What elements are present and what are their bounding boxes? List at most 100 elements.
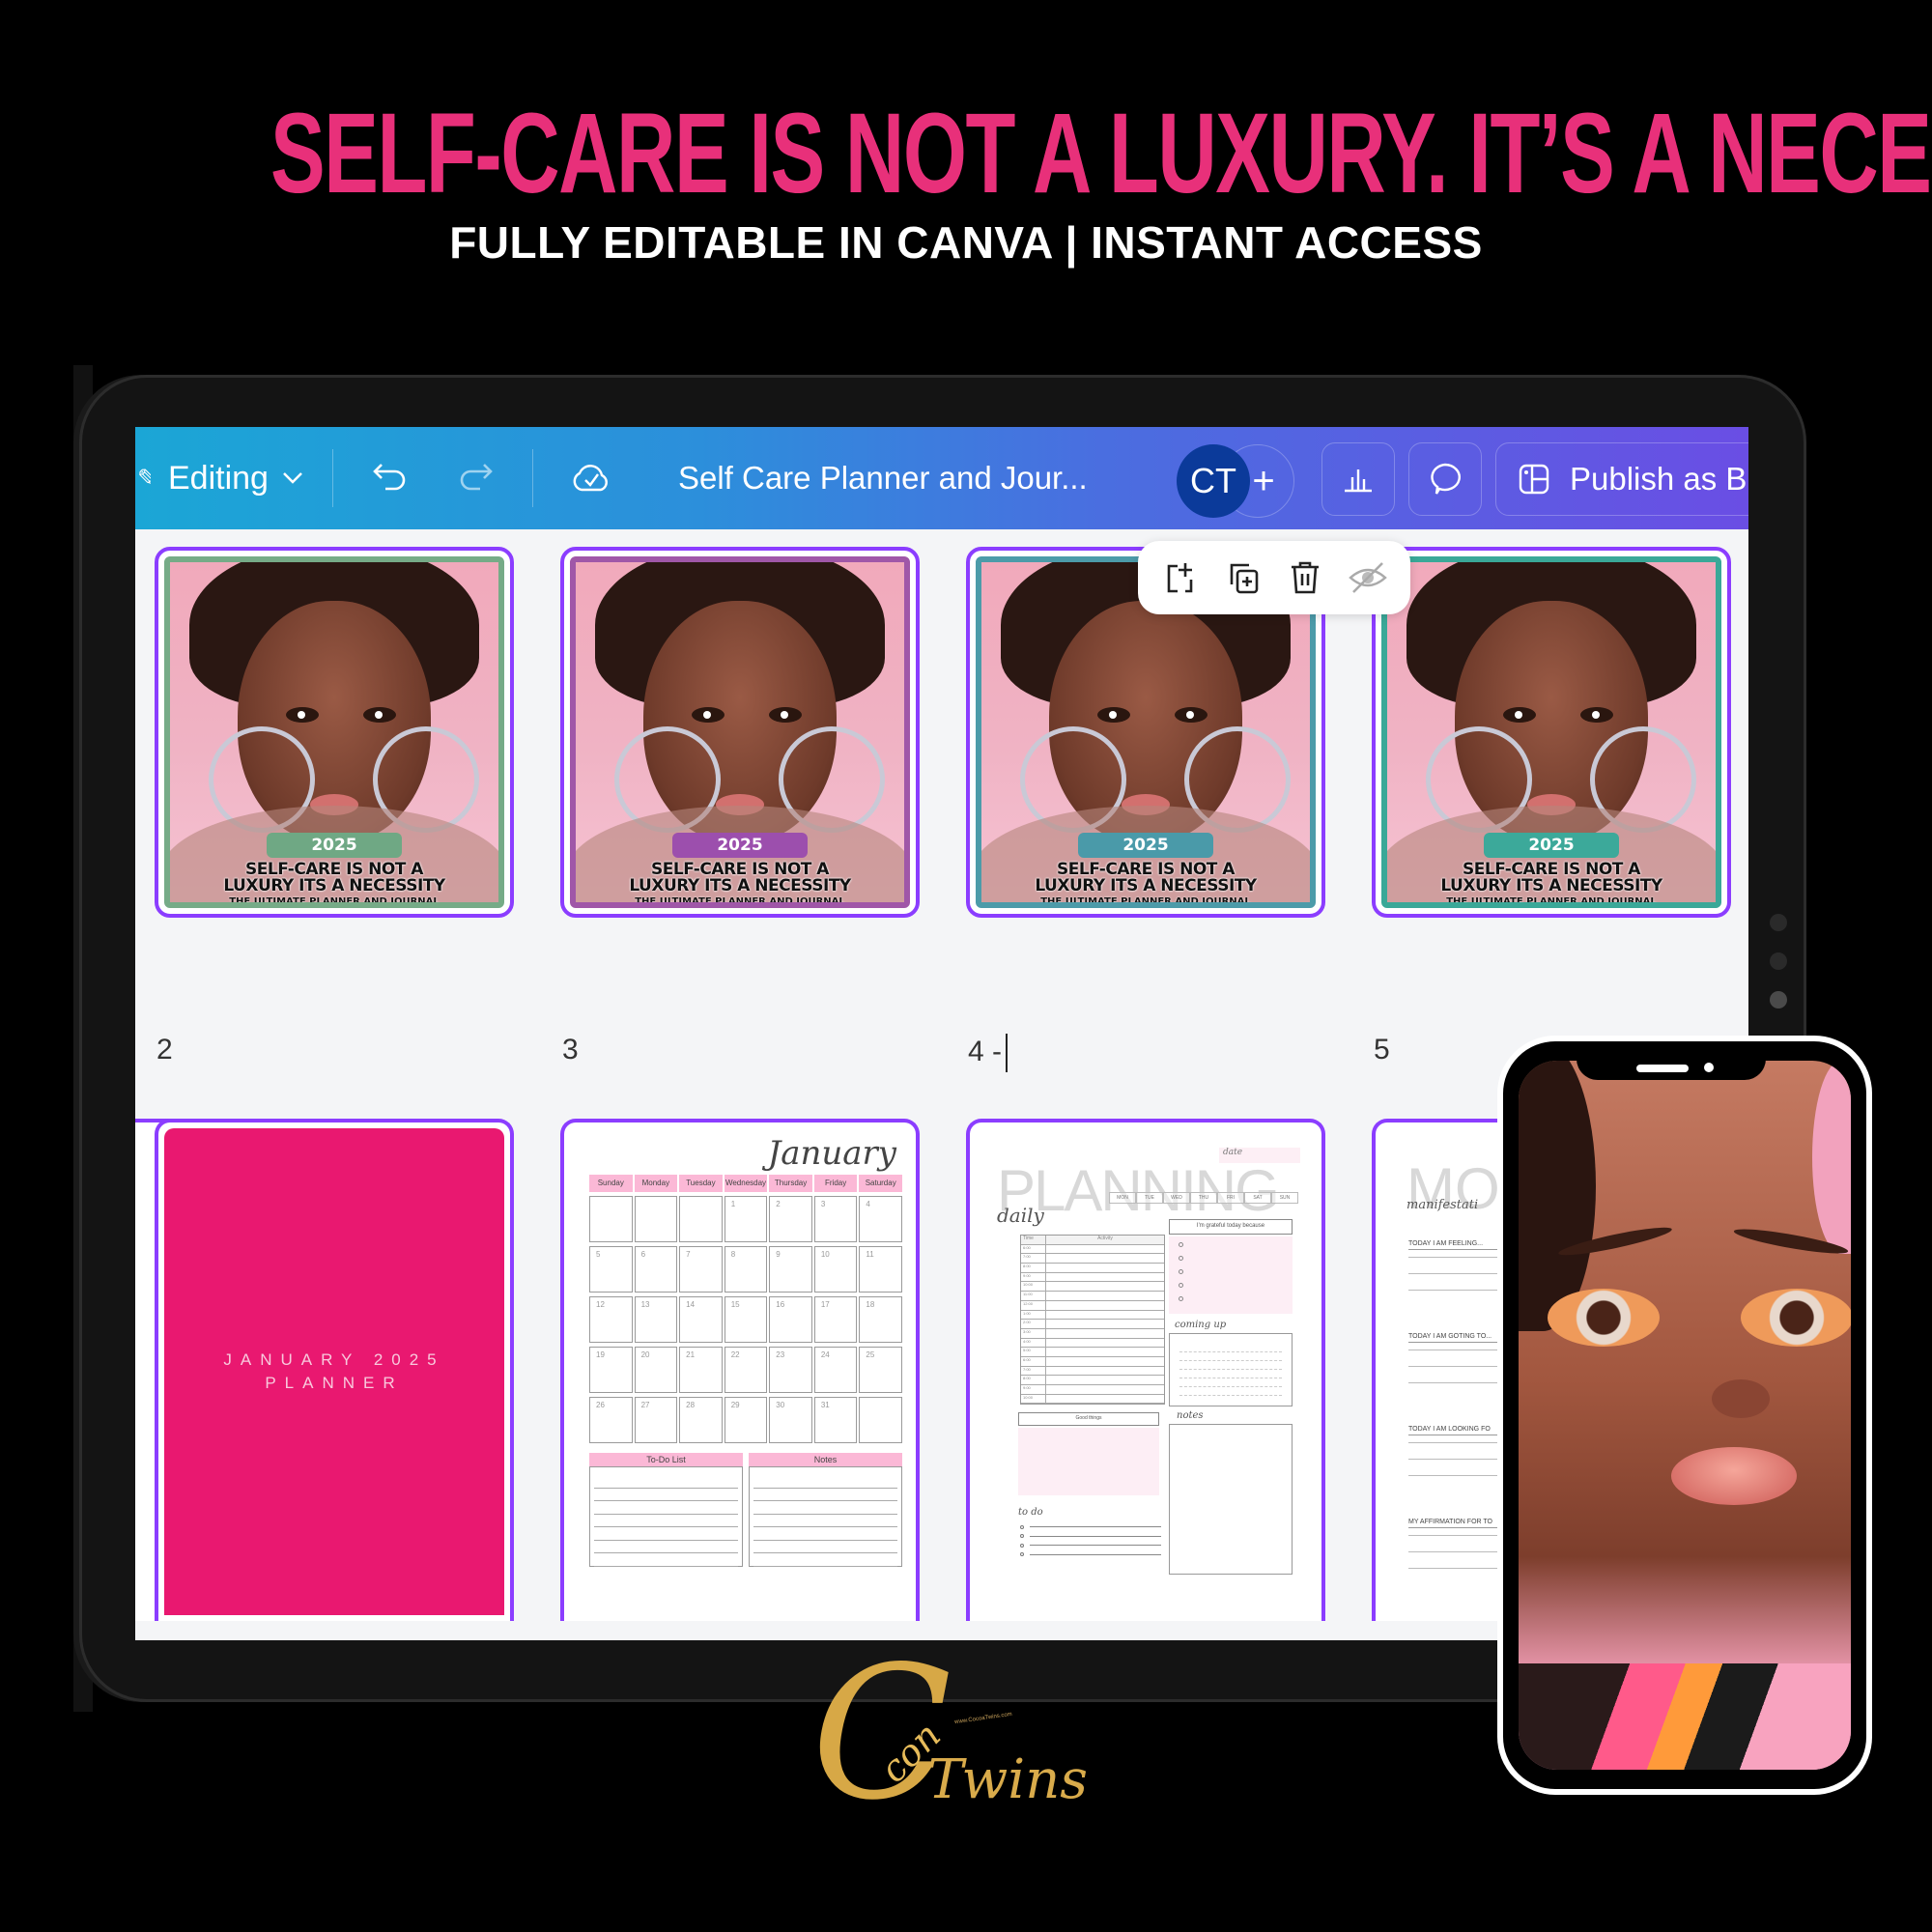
duplicate-page-button[interactable] [1220,554,1266,601]
redo-button[interactable] [445,449,503,507]
trash-icon [1292,561,1320,594]
schedule-row: 11:00 [1021,1292,1164,1301]
weekday-box: FRI [1217,1192,1244,1204]
cover-subtitle: THE ULTIMATE PLANNER AND JOURNAL [635,896,845,907]
add-page-button[interactable] [1157,554,1204,601]
logo-url: www.CocoaTwins.com [953,1711,1013,1726]
weekday-selector: MON TUE WED THU FRI SAT SUN [1109,1192,1298,1204]
calendar-day-cell: 11 [859,1246,902,1293]
calendar-day-cell: 19 [589,1347,633,1393]
page-thumbnail-cover[interactable]: 2025 SELF-CARE IS NOT A LUXURY ITS A NECES… [155,547,514,918]
schedule-row: 5:00 [1021,1348,1164,1357]
calendar-day-cell: 31 [813,1397,858,1443]
phone-camera [1704,1063,1714,1072]
time-cell: 3:00 [1021,1328,1046,1338]
cover-title: SELF-CARE IS NOT A LUXURY ITS A NECESSITY [170,862,498,895]
calendar-weekday-header: Sunday Monday Tuesday Wednesday Thursday Frid… [589,1175,902,1192]
calendar-day-cell: 17 [813,1296,858,1343]
save-status-button[interactable] [562,449,620,507]
phone-mockup [1497,1036,1872,1795]
calendar-day-cell: 1 [724,1196,768,1242]
delete-page-button[interactable] [1282,554,1328,601]
good-things-label: Good things [1018,1412,1159,1426]
calendar-day-cell: 14 [679,1296,723,1343]
schedule-row: 6:00 [1021,1244,1164,1255]
duplicate-icon [1230,563,1259,594]
january-cover-line1: JANUARY 2025 [223,1350,445,1369]
calendar-day-cell [634,1196,678,1242]
calendar-day-cell: 6 [634,1246,678,1293]
year-badge: 2025 [672,833,808,858]
weekday-label: Tuesday [679,1175,723,1192]
time-cell: 6:00 [1021,1356,1046,1366]
calendar-grid: 1 2 3 4 5 6 7 8 9 10 11 12 13 14 15 16 17 18 19 20 21 22 23 24 2… [589,1196,902,1443]
schedule-row: 6:00 [1021,1356,1164,1367]
time-cell: 7:00 [1021,1366,1046,1376]
page-number[interactable]: 3 [562,1034,579,1066]
todo-list [1020,1522,1161,1559]
chevron-down-icon [282,466,303,491]
schedule-row: 10:00 [1021,1394,1164,1405]
undo-button[interactable] [362,449,420,507]
cloud-check-icon [573,465,608,492]
page-number[interactable]: 4 - [968,1034,1009,1072]
page-number[interactable]: 5 [1374,1034,1390,1066]
tablet-sensor [1770,952,1787,970]
page-thumbnail-cover[interactable]: 2025 SELF-CARE IS NOT A LUXURY ITS A NECES… [560,547,920,918]
page-thumbnail-january-cover[interactable]: JANUARY 2025 PLANNER [155,1119,514,1621]
schedule-row: 9:00 [1021,1272,1164,1283]
grateful-label: I'm grateful today because [1169,1219,1293,1235]
page-thumbnail-calendar[interactable]: January Sunday Monday Tuesday Wednesday Thur… [560,1119,920,1621]
page-thumbnail-daily-planning[interactable]: date PLANNING daily MON TUE WED THU FRI SAT SU… [966,1119,1325,1621]
calendar-day-cell: 28 [679,1397,723,1443]
schedule-row: 10:00 [1021,1282,1164,1293]
publish-layout-icon [1519,464,1549,495]
hide-page-button[interactable] [1345,554,1391,601]
page-number-label: 4 - [968,1035,1003,1067]
text-caret [1006,1034,1009,1072]
year-badge: 2025 [1078,833,1213,858]
cover-subtitle: THE ULTIMATE PLANNER AND JOURNAL [1446,896,1657,907]
insights-button[interactable] [1321,442,1395,516]
editing-mode-dropdown[interactable]: Editing [151,460,303,497]
calendar-day-cell: 23 [769,1347,812,1393]
calendar-day-cell: 7 [679,1246,723,1293]
calendar-day-cell: 12 [589,1296,633,1343]
page-thumbnail-cover[interactable]: 2025 SELF-CARE IS NOT A LUXURY ITS A NECES… [1372,547,1731,918]
phone-speaker [1636,1065,1689,1072]
activity-header: Activity [1097,1236,1113,1241]
publish-button[interactable]: Publish as B [1495,442,1748,516]
calendar-day-cell: 15 [724,1296,768,1343]
avatar[interactable]: CT [1177,444,1250,518]
daily-script-title: daily [997,1204,1044,1227]
schedule-row: 4:00 [1021,1338,1164,1349]
calendar-day-cell: 27 [634,1397,678,1443]
undo-icon [373,464,406,491]
editing-mode-label: Editing [168,459,269,497]
calendar-day-cell [679,1196,723,1242]
cover-frame: 2025 SELF-CARE IS NOT A LUXURY ITS A NECES… [164,556,504,908]
comments-button[interactable] [1408,442,1482,516]
year-badge: 2025 [267,833,402,858]
calendar-day-cell: 4 [859,1196,902,1242]
tablet-camera [1770,991,1787,1009]
schedule-row: 8:00 [1021,1264,1164,1273]
calendar-day-cell: 13 [634,1296,678,1343]
calendar-month: January [767,1134,896,1173]
calendar-day-cell: 21 [679,1347,723,1393]
time-cell: 10:00 [1021,1282,1046,1292]
toolbar-divider [331,449,333,507]
calendar-day-cell: 3 [813,1196,858,1242]
time-cell: 5:00 [1021,1348,1046,1356]
cover-frame: 2025 SELF-CARE IS NOT A LUXURY ITS A NECES… [1381,556,1721,908]
time-cell: 4:00 [1021,1338,1046,1348]
page-number[interactable]: 2 [156,1034,173,1066]
calendar-day-cell: 22 [724,1347,768,1393]
weekday-label: Sunday [589,1175,633,1192]
page-actions-toolbar [1138,541,1410,614]
todo-list-box: To-Do List [589,1453,743,1567]
logo-word-twins: Twins [927,1748,1089,1811]
tablet-sensor [1770,914,1787,931]
document-title[interactable]: Self Care Planner and Jour... [678,460,1088,497]
schedule-row: 7:00 [1021,1254,1164,1264]
